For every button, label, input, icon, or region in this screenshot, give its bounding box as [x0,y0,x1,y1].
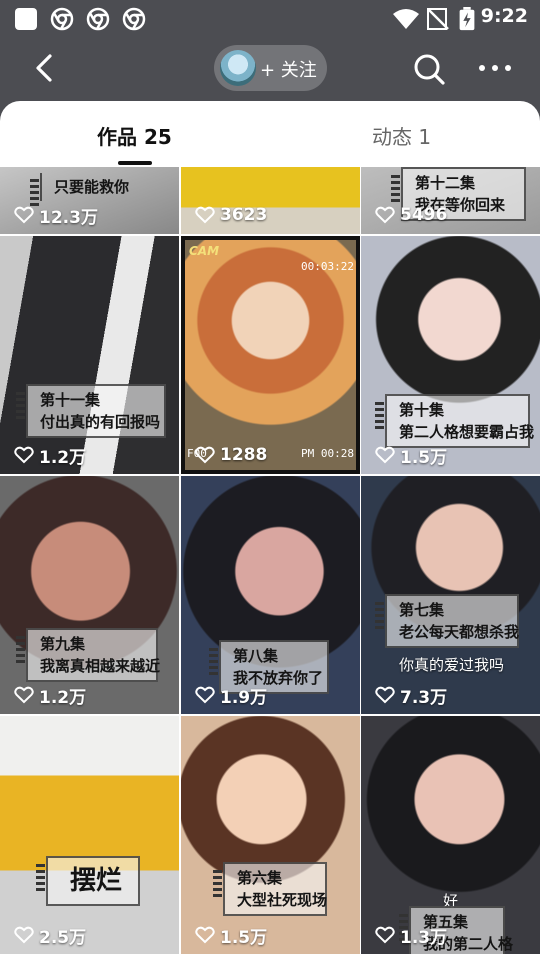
like-count: 1.9万 [195,684,267,708]
video-tile[interactable]: 第八集 我不放弃你了 1.9万 [181,476,360,714]
tab-moments[interactable]: 动态 1 [372,121,431,150]
chrome-icon [86,7,110,31]
video-tile[interactable]: 第十二集 我在等你回来 5496 [361,167,540,234]
profile-tabs: 作品 25 动态 1 [0,101,540,167]
video-tile[interactable]: 第十一集 付出真的有回报吗 1.2万 [0,236,179,474]
wifi-icon [393,9,419,29]
video-tile[interactable]: 摆烂 2.5万 [0,716,179,954]
video-tile[interactable]: 只要能救你 12.3万 [0,167,179,234]
search-icon[interactable] [412,52,446,86]
video-tile[interactable]: 第六集 大型社死现场 1.5万 [181,716,360,954]
like-count: 1.5万 [195,924,267,948]
video-tile[interactable]: 第七集 老公每天都想杀我 你真的爱过我吗 7.3万 [361,476,540,714]
like-count: 7.3万 [375,684,447,708]
video-caption: 第十一集 付出真的有回报吗 [16,384,166,438]
cam-overlay-time: 00:03:22 [301,260,354,273]
heart-icon [14,446,34,464]
heart-icon [195,686,215,704]
video-subtitle: 你真的爱过我吗 [399,656,505,674]
more-options-icon[interactable] [476,54,514,82]
heart-icon [14,206,34,224]
profile-header: + 关注 [0,36,540,102]
video-tile[interactable]: 第十集 第二人格想要霸占我 1.5万 [361,236,540,474]
tab-works[interactable]: 作品 25 [97,121,172,150]
follow-button[interactable]: + 关注 [214,45,327,91]
like-count: 5496 [375,204,447,226]
video-tile[interactable]: 好 第五集 我的第二人格 1.3万 [361,716,540,954]
battery-charging-icon [459,7,475,31]
video-tile[interactable]: CAM 00:03:22 F00 PM 00:28 1288 [181,236,360,474]
like-count: 2.5万 [14,924,86,948]
video-grid: 只要能救你 12.3万 3623 第十二集 我在等你回来 5496 第十一集 付… [0,167,540,960]
video-caption: 第六集 大型社死现场 [213,862,327,916]
follow-label: + 关注 [260,60,317,81]
cam-overlay-corner-right: PM 00:28 [301,447,354,460]
heart-icon [375,446,395,464]
like-count: 12.3万 [14,204,98,228]
heart-icon [195,206,215,224]
like-count: 1288 [195,444,267,466]
app-square-icon [15,8,37,30]
like-count: 3623 [195,204,267,226]
video-caption: 第七集 老公每天都想杀我 [375,594,519,648]
status-bar: 9:22 [0,0,540,36]
video-caption: 第十集 第二人格想要霸占我 [375,394,534,448]
heart-icon [195,926,215,944]
tab-indicator [118,161,152,165]
heart-icon [14,686,34,704]
heart-icon [14,926,34,944]
like-count: 1.2万 [14,444,86,468]
video-thumbnail [185,240,356,470]
video-caption: 摆烂 [36,856,140,906]
heart-icon [195,446,215,464]
video-caption: 第九集 我离真相越来越近 [16,628,160,682]
like-count: 1.2万 [14,684,86,708]
cam-overlay-label: CAM [189,244,220,258]
chrome-icon [50,7,74,31]
like-count: 1.3万 [375,924,447,948]
chrome-icon [122,7,146,31]
like-count: 1.5万 [375,444,447,468]
heart-icon [375,686,395,704]
video-tile[interactable]: 第九集 我离真相越来越近 1.2万 [0,476,179,714]
no-signal-icon [427,8,449,30]
status-time: 9:22 [480,5,528,27]
video-caption: 只要能救你 [30,173,172,209]
back-button[interactable] [28,50,64,86]
video-tile[interactable]: 3623 [181,167,360,234]
heart-icon [375,926,395,944]
avatar [220,50,256,86]
heart-icon [375,206,395,224]
